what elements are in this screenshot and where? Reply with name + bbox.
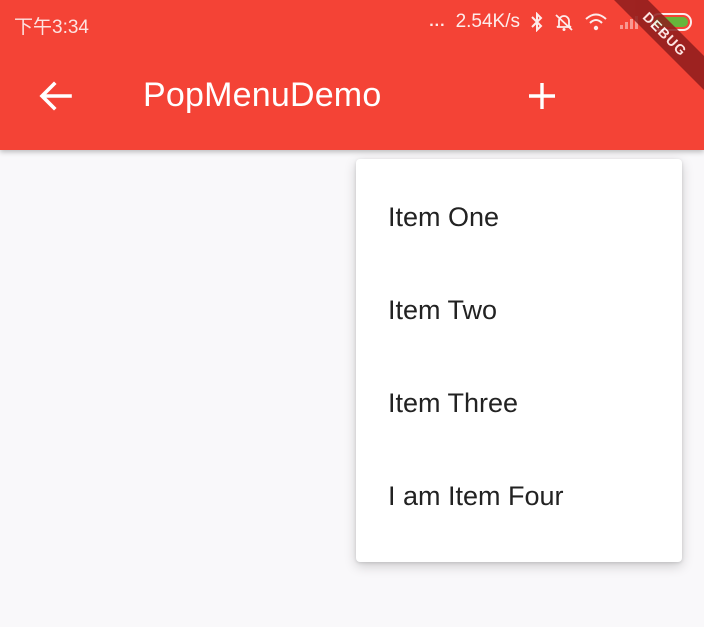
toolbar: PopMenuDemo bbox=[0, 46, 704, 150]
back-button[interactable] bbox=[30, 74, 82, 122]
signal-icon bbox=[618, 13, 640, 31]
menu-item-three[interactable]: Item Three bbox=[356, 357, 682, 450]
add-button[interactable] bbox=[517, 74, 567, 122]
more-dots-icon: ... bbox=[429, 13, 446, 30]
popup-menu: Item One Item Two Item Three I am Item F… bbox=[356, 159, 682, 562]
arrow-back-icon bbox=[38, 80, 74, 117]
add-icon bbox=[527, 81, 557, 116]
status-bar: 下午3:34 ... 2.54K/s bbox=[0, 0, 704, 46]
network-speed: 2.54K/s bbox=[455, 11, 520, 32]
bluetooth-icon bbox=[530, 12, 544, 32]
status-time: 下午3:34 bbox=[14, 17, 89, 38]
menu-item-four[interactable]: I am Item Four bbox=[356, 450, 682, 543]
app-bar: 下午3:34 ... 2.54K/s PopMenuDemo bbox=[0, 0, 704, 150]
menu-item-two[interactable]: Item Two bbox=[356, 264, 682, 357]
wifi-icon bbox=[584, 12, 608, 32]
status-icons: ... 2.54K/s bbox=[429, 8, 692, 36]
alarm-muted-icon bbox=[554, 12, 574, 32]
page-title: PopMenuDemo bbox=[143, 76, 382, 114]
battery-level bbox=[654, 17, 688, 27]
battery-icon bbox=[650, 13, 692, 31]
menu-item-one[interactable]: Item One bbox=[356, 171, 682, 264]
